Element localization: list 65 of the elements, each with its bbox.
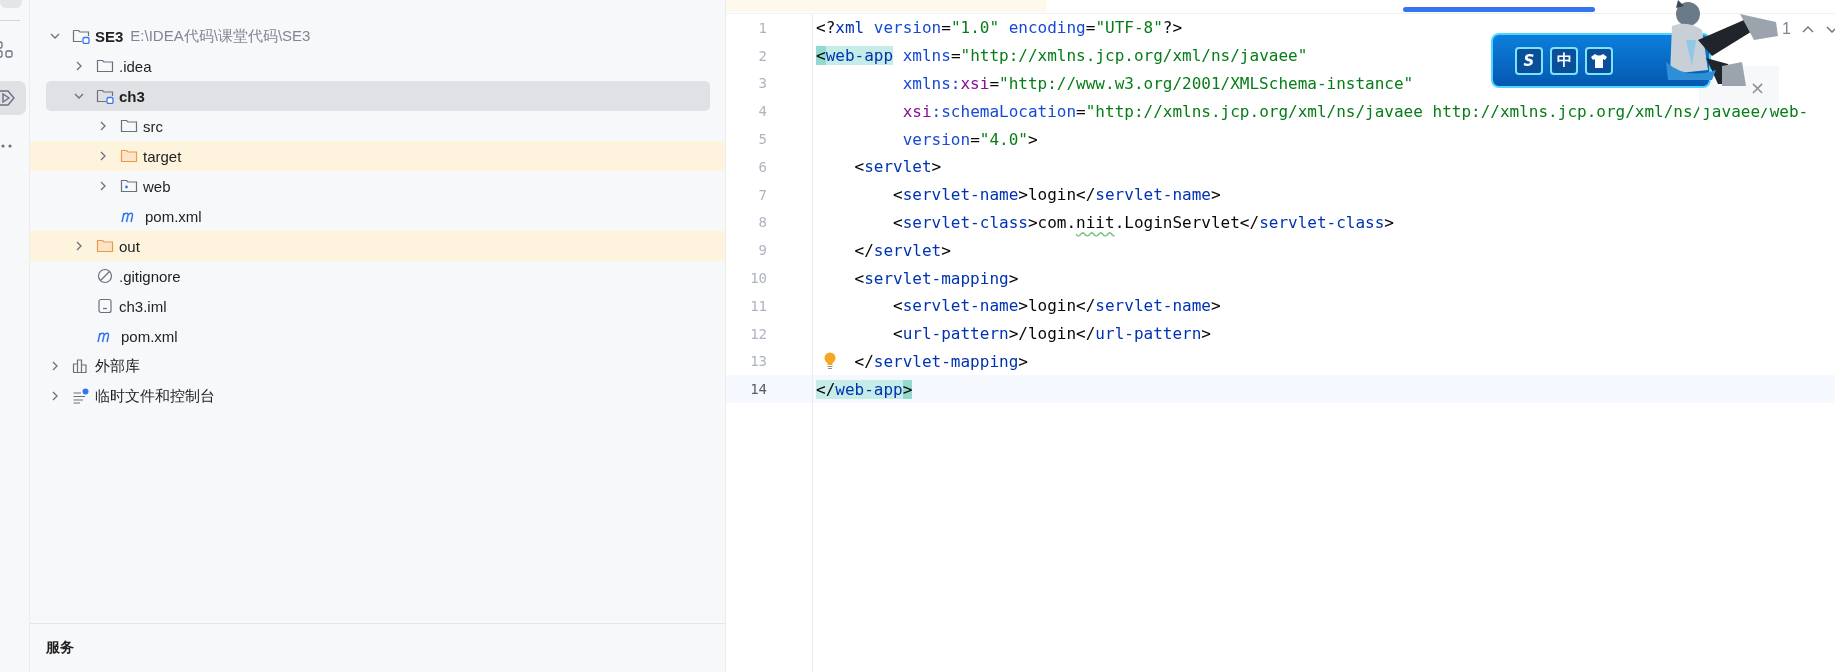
tree-item[interactable]: out bbox=[30, 231, 725, 261]
line-number: 12 bbox=[750, 325, 767, 342]
code-line: <servlet> bbox=[854, 157, 942, 177]
module-folder-icon bbox=[96, 88, 114, 104]
code-line: <?xml version="1.0" encoding="UTF-8"?> bbox=[816, 18, 1183, 38]
code-line: </servlet-mapping> bbox=[854, 351, 1028, 371]
scratch-file-icon bbox=[72, 388, 90, 404]
folder-icon bbox=[96, 58, 114, 74]
code-line: </web-app> bbox=[816, 379, 913, 399]
tree-item[interactable]: SE3 E:\IDEA代码\课堂代码\SE3 bbox=[30, 21, 725, 51]
line-number: 10 bbox=[750, 270, 767, 287]
code-line: <servlet-name>login</servlet-name> bbox=[893, 185, 1221, 205]
tree-item[interactable]: .idea bbox=[30, 51, 725, 81]
chevron-down-icon[interactable] bbox=[1825, 24, 1835, 34]
tree-item[interactable]: 临时文件和控制台 bbox=[30, 381, 725, 411]
folder-icon bbox=[96, 238, 114, 254]
line-number: 14 bbox=[750, 381, 767, 398]
module-folder-icon bbox=[72, 28, 90, 44]
line-number: 5 bbox=[758, 131, 767, 148]
folder-icon bbox=[120, 118, 138, 134]
ime-skin-button[interactable] bbox=[1585, 46, 1613, 75]
web-folder-icon bbox=[120, 178, 138, 194]
chevron-up-icon[interactable] bbox=[1801, 24, 1815, 34]
ime-mode-button[interactable]: 中 bbox=[1550, 46, 1578, 75]
tree-item[interactable]: ch3.iml bbox=[30, 291, 725, 321]
shirt-icon bbox=[1590, 52, 1608, 69]
line-number: 13 bbox=[750, 353, 767, 370]
tree-item[interactable]: pom.xml bbox=[30, 201, 725, 231]
line-number: 8 bbox=[758, 214, 767, 231]
line-number: 1 bbox=[758, 19, 767, 36]
tool-window-button[interactable] bbox=[0, 81, 26, 115]
line-number: 9 bbox=[758, 242, 767, 259]
code-line: xsi:schemaLocation="http://xmlns.jcp.org/xml/ns/javaee http://xmlns.jcp.org/xml/ns/javaee/web- bbox=[902, 101, 1809, 121]
tree-item[interactable]: src bbox=[30, 111, 725, 141]
library-icon bbox=[72, 358, 90, 374]
code-line: <servlet-class>com.niit.LoginServlet</servlet-class> bbox=[893, 212, 1394, 232]
code-line: </servlet> bbox=[854, 240, 951, 260]
tree-item[interactable]: pom.xml bbox=[30, 321, 725, 351]
ime-logo-button[interactable]: S bbox=[1515, 46, 1543, 75]
tree-item[interactable]: 外部库 bbox=[30, 351, 725, 381]
path-hint: E:\IDEA代码\课堂代码\SE3 bbox=[130, 26, 311, 46]
line-number: 7 bbox=[758, 186, 767, 203]
code-line: <servlet-mapping> bbox=[854, 268, 1019, 288]
panel-title: 服务 bbox=[46, 639, 74, 657]
line-number: 6 bbox=[758, 158, 767, 175]
tree-item[interactable]: target bbox=[30, 141, 725, 171]
code-line: xmlns:xsi="http://www.w3.org/2001/XMLSchema-instance" bbox=[902, 74, 1414, 93]
blocked-icon bbox=[96, 268, 114, 284]
code-line: version="4.0"> bbox=[902, 129, 1038, 149]
code-line: <servlet-name>login</servlet-name> bbox=[893, 296, 1221, 316]
code-line: <web-app xmlns="http://xmlns.jcp.org/xml/ns/javaee" bbox=[816, 46, 1308, 66]
lightbulb-icon[interactable] bbox=[823, 351, 837, 370]
line-number: 11 bbox=[750, 297, 767, 314]
line-number: 2 bbox=[758, 47, 767, 64]
tree-item[interactable]: web bbox=[30, 171, 725, 201]
file-icon bbox=[96, 298, 114, 314]
tree-item[interactable]: .gitignore bbox=[30, 261, 725, 291]
tree-item[interactable]: ch3 bbox=[46, 81, 710, 111]
structure-icon bbox=[0, 41, 16, 59]
code-line: <url-pattern>/login</url-pattern> bbox=[893, 324, 1211, 344]
run-icon bbox=[0, 89, 16, 107]
line-number: 3 bbox=[758, 75, 767, 92]
folder-icon bbox=[120, 148, 138, 164]
match-count: 1 bbox=[1782, 20, 1791, 38]
line-number: 4 bbox=[758, 103, 767, 120]
